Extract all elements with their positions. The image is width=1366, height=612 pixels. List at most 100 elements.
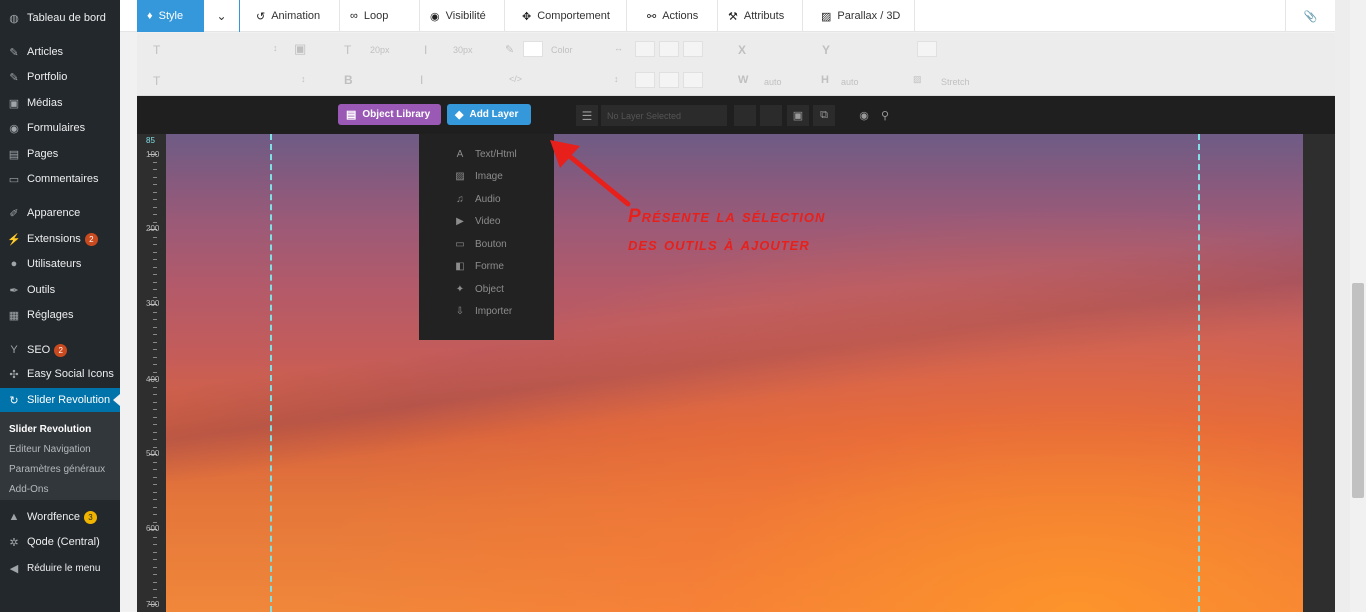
ruler-tick [153, 184, 157, 185]
sidebar-item-utilisateurs[interactable]: ● Utilisateurs [0, 252, 120, 276]
ruler-tick [149, 154, 157, 155]
import-layer-item[interactable]: ⇩ Importer [419, 301, 554, 321]
height-value[interactable]: auto [841, 77, 859, 87]
ruler-tick [153, 544, 157, 545]
align-right-button[interactable] [683, 41, 703, 57]
add-object-item[interactable]: ✦ Object [419, 279, 554, 299]
ruler-start-label: 85 [146, 136, 155, 145]
line-height-value[interactable]: 30px [453, 45, 473, 55]
add-video-item[interactable]: ▶ Video [419, 211, 554, 231]
tab-attributs[interactable]: ⚒ Attributs [718, 0, 803, 32]
save-icon[interactable]: ▣ [294, 41, 306, 57]
ruler-tick [153, 341, 157, 343]
pencil-icon: ✎ [505, 44, 515, 56]
sidebar-item-extensions[interactable]: ⚡ Extensions 2 [0, 227, 120, 251]
layer-option-button[interactable] [734, 105, 756, 126]
paperclip-icon[interactable]: 📎 [1285, 0, 1335, 32]
submenu-parametres-generaux[interactable]: Paramètres généraux [9, 464, 105, 475]
ruler-tick [153, 491, 157, 493]
color-swatch[interactable] [523, 41, 543, 57]
collapse-menu-button[interactable]: ◀ Réduire le menu [0, 556, 120, 580]
sidebar-item-label: Utilisateurs [27, 258, 82, 270]
tab-style[interactable]: ♦ Style [137, 0, 204, 32]
sidebar-item-label: Wordfence [27, 511, 80, 523]
ruler-tick [153, 424, 157, 425]
eye-icon: ◉ [430, 10, 440, 23]
submenu-editeur-navigation[interactable]: Editeur Navigation [9, 444, 91, 455]
font-size-value[interactable]: 20px [370, 45, 390, 55]
tab-loop[interactable]: ∞ Loop [340, 0, 420, 32]
align-left-button[interactable] [635, 41, 655, 57]
sidebar-item-outils[interactable]: ✒ Outils [0, 278, 120, 302]
sidebar-item-label: Apparence [27, 207, 81, 219]
tab-label: Actions [662, 10, 699, 22]
sidebar-item-label: Qode (Central) [27, 536, 100, 548]
object-library-button[interactable]: ▤ Object Library [338, 104, 441, 125]
trash-icon: ▣ [792, 110, 804, 122]
add-text-html-item[interactable]: A Text/Html [419, 144, 554, 164]
sidebar-item-portfolio[interactable]: ✎ Portfolio [0, 65, 120, 89]
link-icon: ⚯ [647, 10, 657, 23]
sidebar-item-label: Réglages [27, 309, 74, 321]
add-button-item[interactable]: ▭ Bouton [419, 234, 554, 254]
add-audio-item[interactable]: ♫ Audio [419, 189, 554, 209]
annotation-arrow [550, 140, 631, 207]
sidebar-item-articles[interactable]: ✎ Articles [0, 40, 120, 64]
sidebar-item-pages[interactable]: ▤ Pages [0, 142, 120, 166]
grid-guide-left [270, 134, 272, 612]
unlock-icon[interactable]: ⚲ [875, 105, 895, 126]
sidebar-item-reglages[interactable]: ▦ Réglages [0, 303, 120, 327]
align-center-button[interactable] [659, 41, 679, 57]
stretch-select[interactable]: Stretch [941, 77, 970, 87]
tab-animation[interactable]: ↺ Animation [246, 0, 340, 32]
import-icon: ⇩ [455, 305, 465, 317]
sidebar-item-apparence[interactable]: ✐ Apparence [0, 201, 120, 225]
tab-parallax-3d[interactable]: ▨ Parallax / 3D [811, 0, 915, 32]
chevron-down-icon[interactable]: ⌄ [204, 0, 240, 32]
sidebar-item-dashboard[interactable]: ◍ Tableau de bord [0, 6, 120, 30]
tab-actions[interactable]: ⚯ Actions [637, 0, 718, 32]
ruler-tick [153, 251, 157, 253]
sidebar-item-wordfence[interactable]: ▲ Wordfence 3 [0, 505, 120, 529]
sidebar-item-slider-revolution[interactable]: ↻ Slider Revolution [0, 388, 120, 412]
settings-icon: ▦ [8, 309, 20, 322]
ruler-tick [153, 559, 157, 560]
tab-comportement[interactable]: ✥ Comportement [512, 0, 627, 32]
seo-icon: Y [10, 344, 18, 356]
submenu-slider-revolution[interactable]: Slider Revolution [9, 424, 91, 435]
ruler-tick [153, 371, 157, 373]
sidebar-item-commentaires[interactable]: ▭ Commentaires [0, 167, 120, 191]
bold-icon: B [344, 73, 353, 87]
ruler-tick [153, 169, 157, 170]
ruler-tick [153, 506, 157, 508]
layer-name-field[interactable]: No Layer Selected [601, 105, 727, 126]
width-value[interactable]: auto [764, 77, 782, 87]
book-icon: ▤ [346, 109, 357, 121]
text-transform-button[interactable] [917, 41, 937, 57]
layer-option-button[interactable] [760, 105, 782, 126]
submenu-add-ons[interactable]: Add-Ons [9, 484, 48, 495]
ruler-tick [153, 416, 157, 418]
ruler-tick [153, 551, 157, 553]
gear-icon: ✲ [9, 536, 19, 549]
sidebar-item-formulaires[interactable]: ◉ Formulaires [0, 116, 120, 140]
valign-middle-button[interactable] [659, 72, 679, 88]
collapse-icon: ◀ [9, 562, 19, 575]
scrollbar-thumb[interactable] [1352, 283, 1364, 498]
sidebar-item-qode[interactable]: ✲ Qode (Central) [0, 530, 120, 554]
valign-top-button[interactable] [635, 72, 655, 88]
tab-visibilite[interactable]: ◉ Visibilité [420, 0, 505, 32]
sidebar-item-medias[interactable]: ▣ Médias [0, 91, 120, 115]
sidebar-item-label: Formulaires [27, 122, 86, 134]
add-layer-button[interactable]: ◆ Add Layer [447, 104, 531, 125]
eye-icon[interactable]: ◉ [854, 105, 874, 126]
valign-bottom-button[interactable] [683, 72, 703, 88]
sidebar-item-easy-social-icons[interactable]: ✣ Easy Social Icons [0, 362, 120, 386]
add-image-item[interactable]: ▨ Image [419, 166, 554, 186]
x-position-label: X [738, 43, 747, 57]
forms-icon: ◉ [9, 122, 19, 135]
add-shape-item[interactable]: ◧ Forme [419, 256, 554, 276]
ruler-tick [153, 461, 157, 463]
user-icon: ● [10, 258, 18, 270]
sidebar-item-seo[interactable]: Y SEO 2 [0, 338, 120, 362]
